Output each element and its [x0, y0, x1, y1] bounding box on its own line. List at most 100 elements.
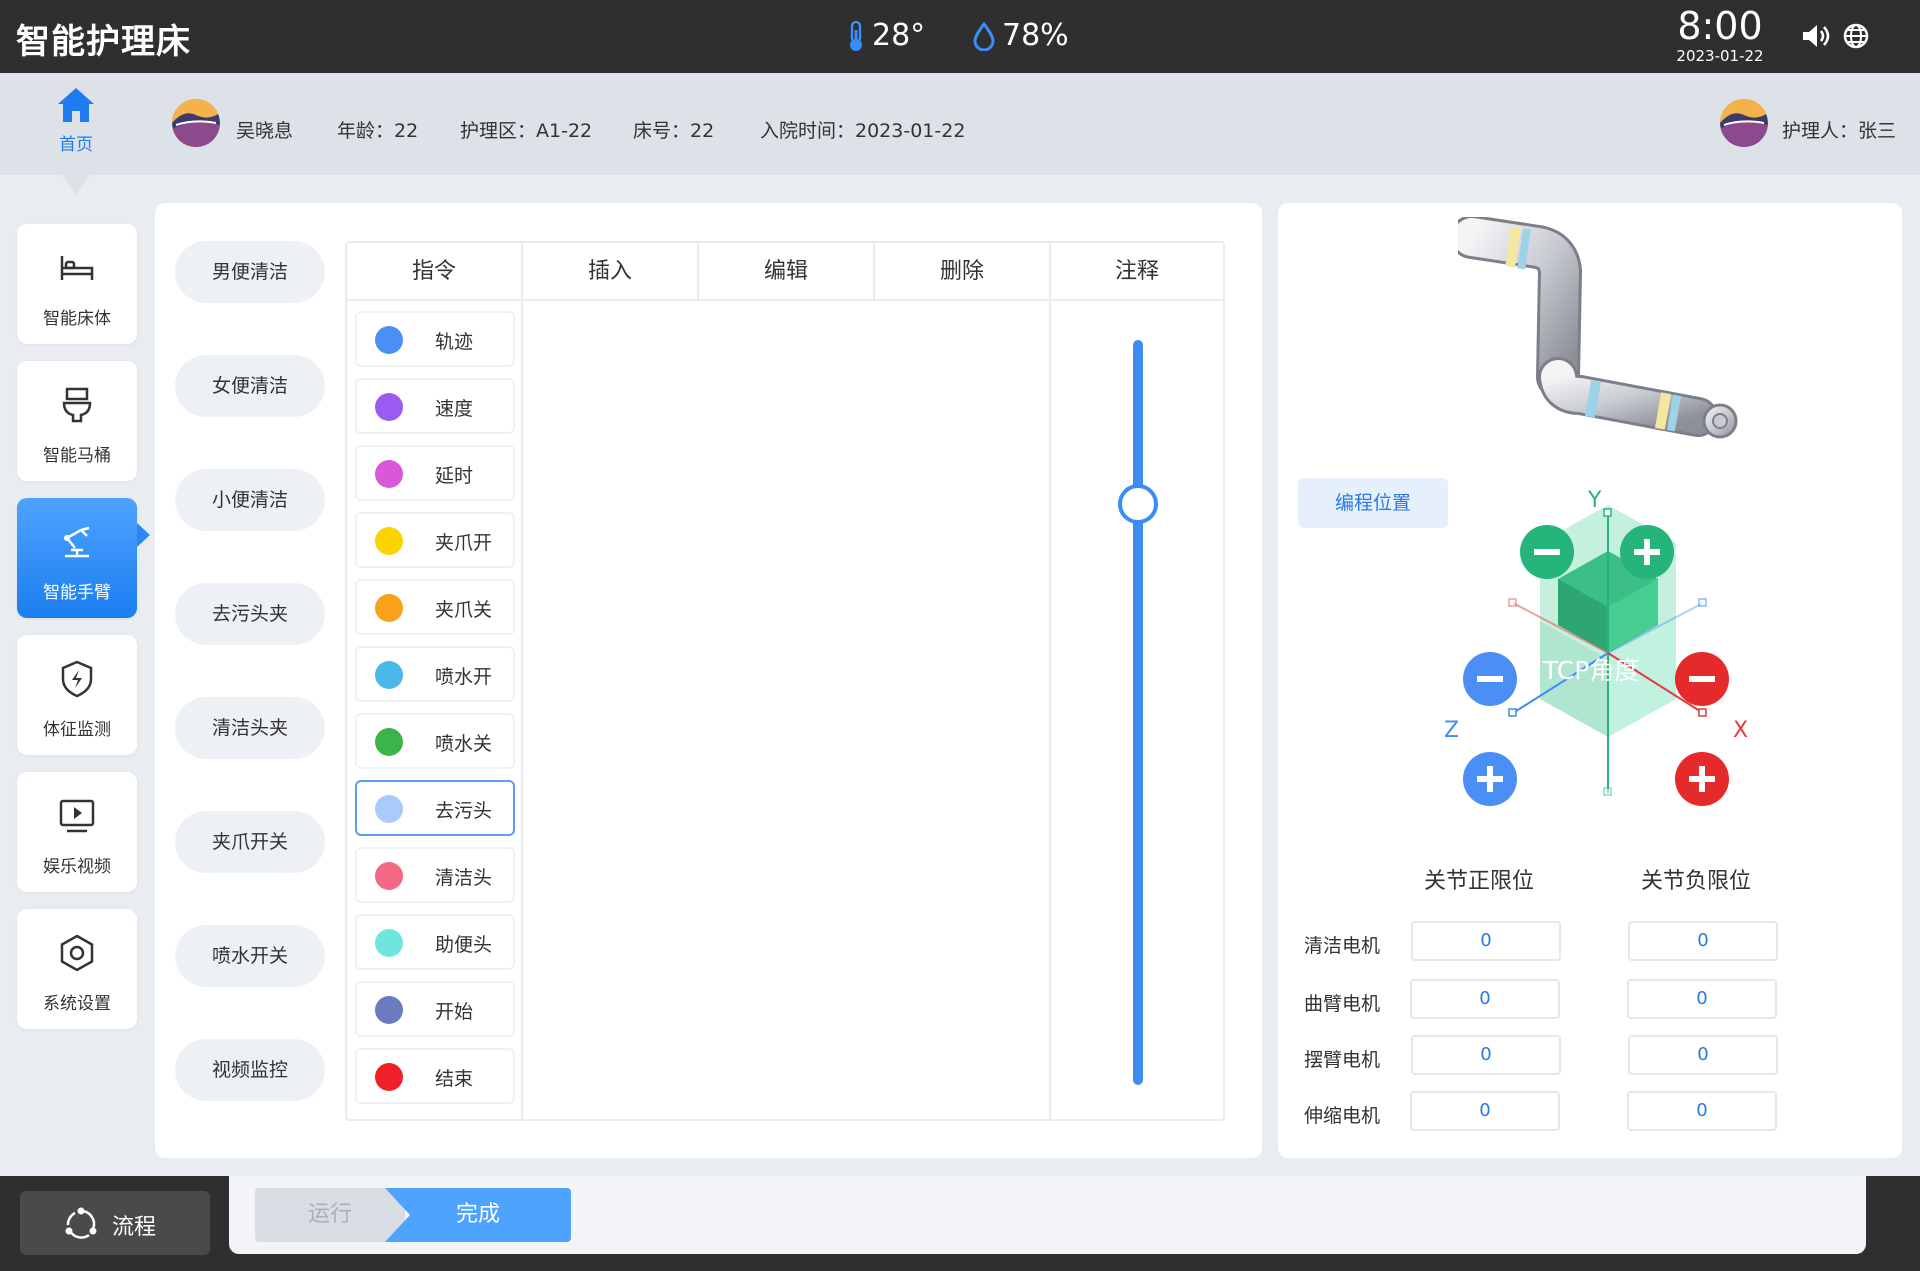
command-table: 指令 插入 编辑 删除 注释 轨迹 速度 延时 夹爪开 夹爪关 喷水开 喷水关 … [345, 241, 1225, 1121]
caregiver-avatar [1720, 99, 1768, 147]
positive-limit-input[interactable]: 0 [1410, 1091, 1560, 1131]
negative-limit-input[interactable]: 0 [1627, 1091, 1777, 1131]
mode-button[interactable]: 喷水开关 [175, 925, 325, 987]
axis-x-label: X [1733, 718, 1749, 743]
command-item-spray-off[interactable]: 喷水关 [355, 713, 515, 769]
sidebar-label: 系统设置 [43, 994, 111, 1014]
program-position-button[interactable]: 编程位置 [1298, 478, 1448, 528]
mode-button[interactable]: 夹爪开关 [175, 811, 325, 873]
sidebar-item-smart-arm[interactable]: 智能手臂 [17, 498, 137, 618]
command-label: 开始 [435, 1001, 474, 1023]
patient-name: 吴晓息 [236, 120, 294, 142]
command-dot [375, 862, 403, 890]
app-title: 智能护理床 [16, 22, 191, 62]
command-label: 清洁头 [435, 867, 493, 889]
patient-avatar [172, 99, 220, 147]
z-plus-button[interactable] [1463, 752, 1517, 806]
patient-admitted: 入院时间：2023-01-22 [760, 120, 966, 142]
header-edit[interactable]: 编辑 [699, 243, 875, 301]
negative-limit-input[interactable]: 0 [1628, 921, 1778, 961]
header-delete[interactable]: 删除 [875, 243, 1051, 301]
clock-time: 8:00 [1677, 4, 1763, 48]
axis-z-label: Z [1444, 718, 1460, 743]
sidebar-item-smart-toilet[interactable]: 智能马桶 [17, 361, 137, 481]
command-item-start[interactable]: 开始 [355, 981, 515, 1037]
y-minus-button[interactable] [1520, 525, 1574, 579]
mode-button[interactable]: 小便清洁 [175, 469, 325, 531]
command-item-delay[interactable]: 延时 [355, 445, 515, 501]
header-command: 指令 [347, 243, 523, 301]
toilet-icon [62, 387, 92, 423]
positive-limit-header: 关节正限位 [1424, 869, 1535, 894]
patient-bed: 床号：22 [633, 120, 715, 142]
video-play-icon [59, 799, 95, 833]
y-plus-button[interactable] [1620, 525, 1674, 579]
command-label: 夹爪开 [435, 532, 493, 554]
annotation-slider-thumb[interactable] [1118, 483, 1158, 524]
step-done[interactable]: 完成 [385, 1188, 571, 1242]
step-run[interactable]: 运行 [255, 1188, 405, 1242]
sidebar-label: 智能马桶 [43, 446, 111, 466]
top-bar: 智能护理床 28° 78% 8:00 2023-01-22 [0, 0, 1920, 73]
command-dot [375, 996, 403, 1024]
water-drop-icon [973, 20, 995, 51]
command-dot [375, 661, 403, 689]
motor-label: 曲臂电机 [1304, 993, 1381, 1015]
command-label: 去污头 [435, 800, 493, 822]
home-button[interactable]: 首页 [34, 85, 118, 165]
patient-ward: 护理区：A1-22 [460, 120, 593, 142]
z-minus-button[interactable] [1463, 652, 1517, 706]
mode-button[interactable]: 视频监控 [175, 1039, 325, 1101]
command-dot [375, 795, 403, 823]
positive-limit-input[interactable]: 0 [1411, 921, 1561, 961]
command-item-speed[interactable]: 速度 [355, 378, 515, 434]
x-plus-button[interactable] [1675, 752, 1729, 806]
negative-limit-header: 关节负限位 [1641, 869, 1752, 894]
motor-label: 清洁电机 [1304, 935, 1381, 957]
home-icon [58, 88, 94, 122]
mode-button[interactable]: 女便清洁 [175, 355, 325, 417]
command-item-gripper-close[interactable]: 夹爪关 [355, 579, 515, 635]
command-item-spray-on[interactable]: 喷水开 [355, 646, 515, 702]
header-insert[interactable]: 插入 [523, 243, 699, 301]
patient-info-bar: 首页 吴晓息 年龄：22 护理区：A1-22 床号：22 入院时间：2023-0… [0, 73, 1920, 175]
sidebar-label: 智能手臂 [43, 583, 111, 603]
tcp-angle-label: TCP角度 [1543, 656, 1640, 685]
command-dot [375, 728, 403, 756]
sidebar-item-settings[interactable]: 系统设置 [17, 909, 137, 1029]
command-item-assist-head[interactable]: 助便头 [355, 914, 515, 970]
sidebar-item-vitals[interactable]: 体征监测 [17, 635, 137, 755]
axis-y-label: Y [1588, 488, 1602, 513]
command-dot [375, 594, 403, 622]
mode-button[interactable]: 男便清洁 [175, 241, 325, 303]
command-item-decontam-head[interactable]: 去污头 [355, 780, 515, 836]
command-dot [375, 527, 403, 555]
settings-hex-icon [60, 934, 94, 972]
positive-limit-input[interactable]: 0 [1411, 1035, 1561, 1075]
sidebar-label: 娱乐视频 [43, 857, 111, 877]
negative-limit-input[interactable]: 0 [1628, 1035, 1778, 1075]
mode-button[interactable]: 去污头夹 [175, 583, 325, 645]
command-item-clean-head[interactable]: 清洁头 [355, 847, 515, 903]
command-item-end[interactable]: 结束 [355, 1048, 515, 1104]
home-label: 首页 [59, 135, 93, 155]
humidity-display: 78% [972, 18, 1069, 53]
command-item-trajectory[interactable]: 轨迹 [355, 311, 515, 367]
x-minus-button[interactable] [1675, 652, 1729, 706]
shield-bolt-icon [61, 660, 93, 698]
annotation-slider-track[interactable] [1133, 340, 1143, 1085]
command-item-gripper-open[interactable]: 夹爪开 [355, 512, 515, 568]
sidebar-label: 智能床体 [43, 309, 111, 329]
command-dot [375, 929, 403, 957]
column-divider [1049, 301, 1051, 1119]
mode-button[interactable]: 清洁头夹 [175, 697, 325, 759]
sidebar-item-video[interactable]: 娱乐视频 [17, 772, 137, 892]
globe-icon[interactable] [1842, 22, 1870, 54]
sidebar-item-smart-bed[interactable]: 智能床体 [17, 224, 137, 344]
caregiver-name: 护理人：张三 [1782, 120, 1897, 142]
bed-icon [60, 256, 94, 280]
positive-limit-input[interactable]: 0 [1410, 979, 1560, 1019]
flow-button[interactable]: 流程 [20, 1191, 210, 1255]
negative-limit-input[interactable]: 0 [1627, 979, 1777, 1019]
volume-icon[interactable] [1800, 22, 1832, 54]
